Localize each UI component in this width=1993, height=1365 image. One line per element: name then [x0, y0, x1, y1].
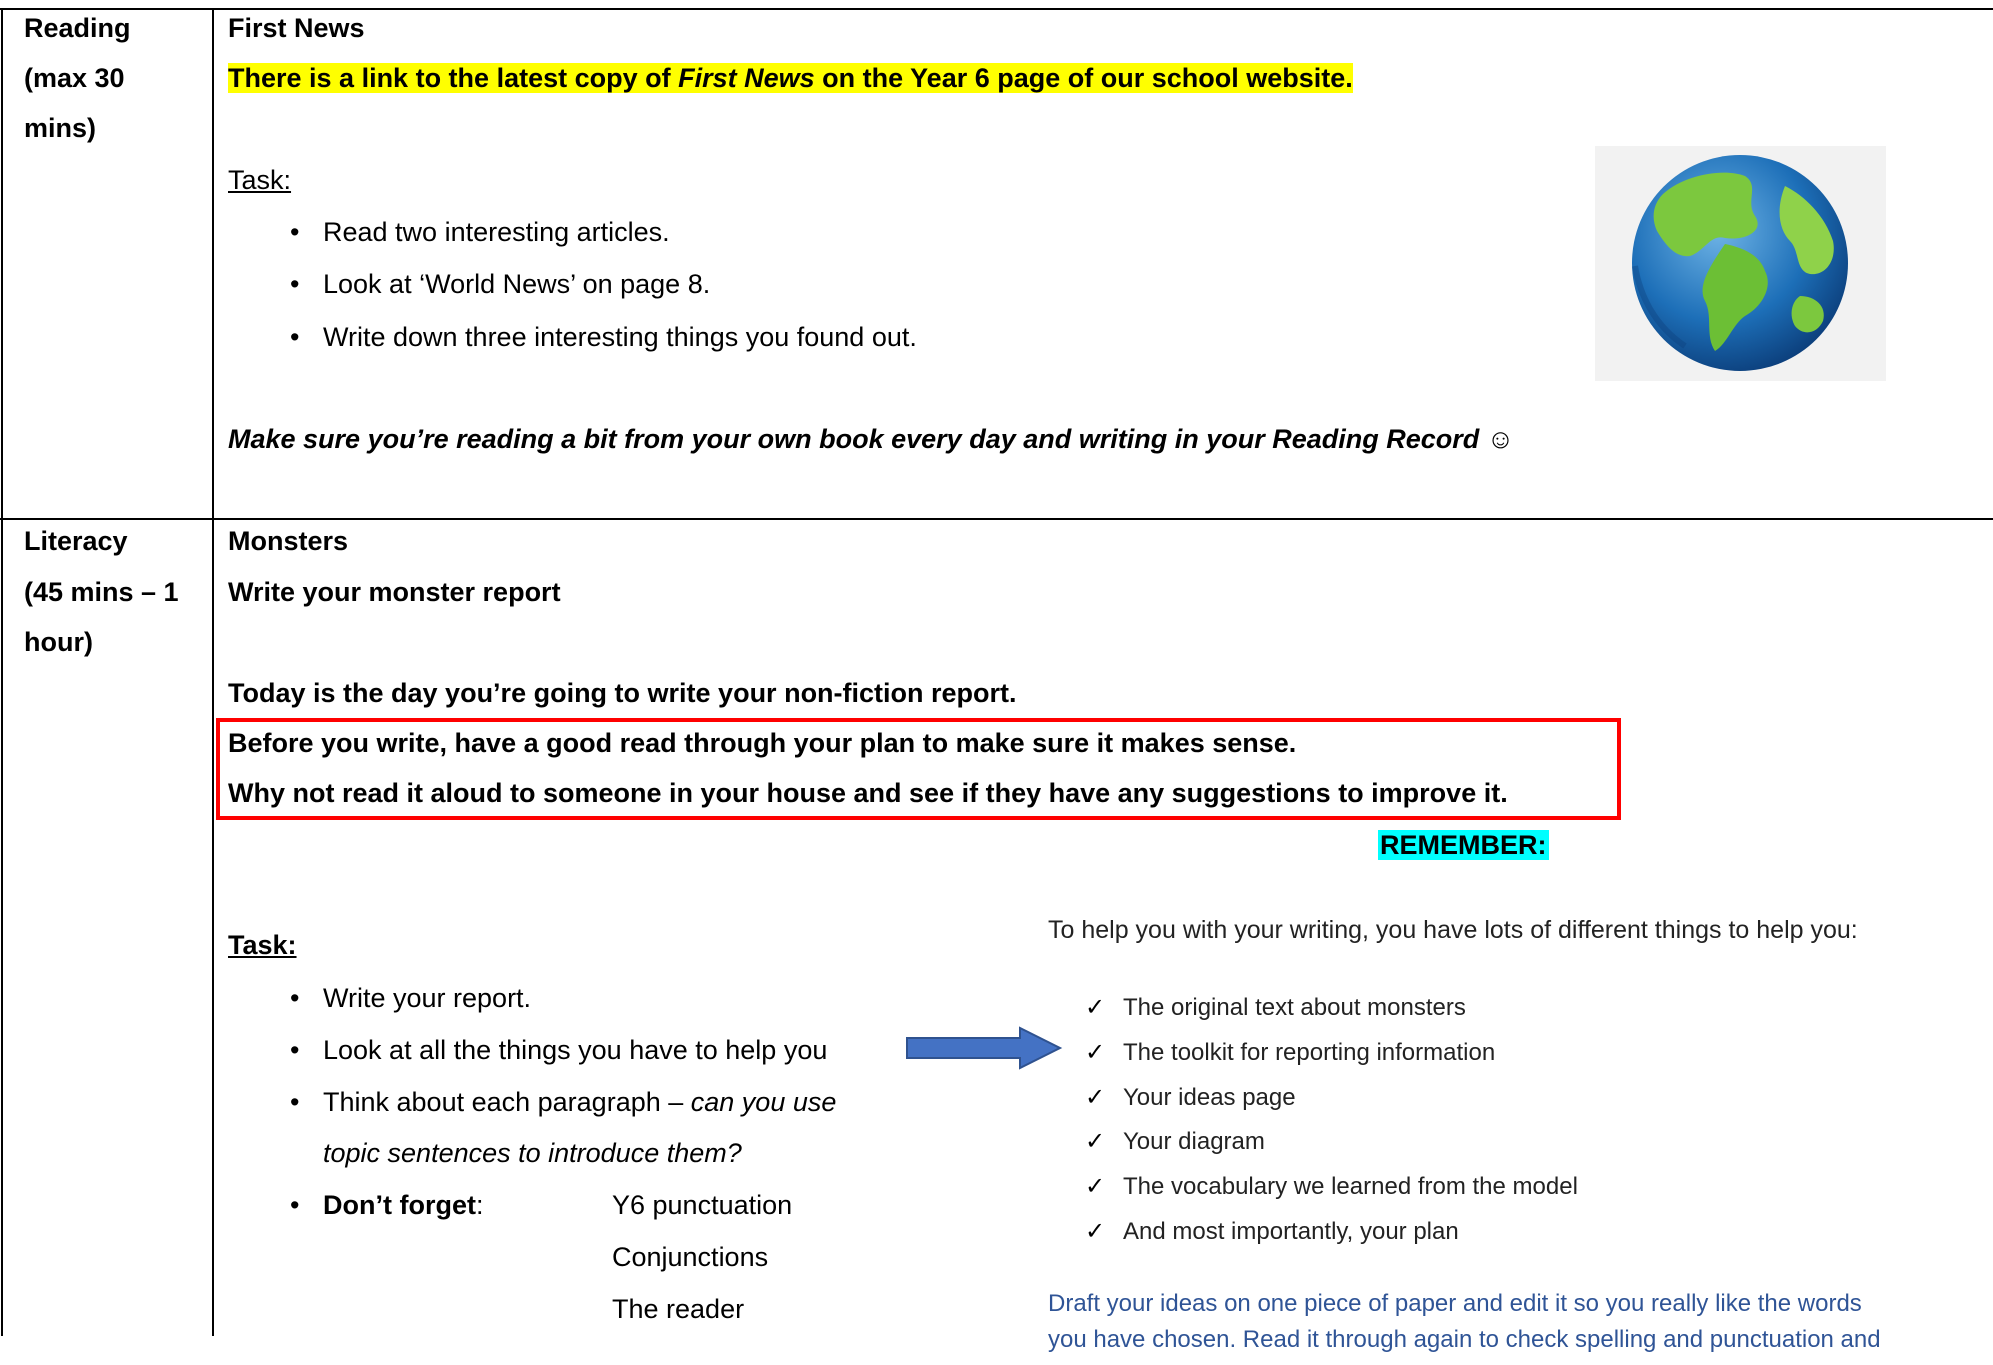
forget-item-1: Y6 punctuation [612, 1190, 793, 1220]
reading-title: First News [228, 13, 365, 43]
reading-label-line2: (max 30 [24, 63, 125, 93]
literacy-label-line2: (45 mins – 1 [24, 577, 179, 607]
bullet: • [290, 322, 300, 352]
literacy-label-line1: Literacy [24, 526, 128, 556]
reading-task-label: Task: [228, 165, 292, 195]
remember-highlight: REMEMBER: [1378, 830, 1549, 860]
boxed-line-2: Why not read it aloud to someone in your… [228, 778, 1508, 808]
task-3-text: Think about each paragraph – [323, 1087, 691, 1117]
literacy-task-3-line2: topic sentences to introduce them? [323, 1138, 742, 1168]
first-news-link-notice: There is a link to the latest copy of Fi… [228, 53, 1353, 104]
bullet: • [290, 1087, 300, 1117]
check-mark: ✓ [1085, 1128, 1106, 1155]
literacy-label-line3: hour) [24, 627, 93, 657]
remember-label: REMEMBER: [1378, 820, 1549, 871]
reading-label-line1: Reading [24, 13, 131, 43]
reading-record-reminder: Make sure you’re reading a bit from your… [228, 424, 1515, 454]
literacy-intro: Today is the day you’re going to write y… [228, 678, 1017, 708]
help-item-6: And most importantly, your plan [1123, 1218, 1459, 1245]
reading-label-line3: mins) [24, 113, 97, 143]
link-notice-pre: There is a link to the latest copy of [228, 63, 679, 93]
right-arrow-icon [906, 1026, 1063, 1070]
table-left-border [1, 8, 3, 1336]
bullet: • [290, 1190, 300, 1220]
literacy-task-1: Write your report. [323, 983, 532, 1013]
check-mark: ✓ [1085, 1218, 1106, 1245]
reading-task-3: Write down three interesting things you … [323, 322, 917, 352]
column-divider [212, 8, 214, 1336]
help-item-4: Your diagram [1123, 1128, 1265, 1155]
help-intro: To help you with your writing, you have … [1048, 916, 1858, 944]
boxed-line-1: Before you write, have a good read throu… [228, 728, 1297, 758]
reading-task-1: Read two interesting articles. [323, 217, 670, 247]
check-mark: ✓ [1085, 994, 1106, 1021]
help-item-5: The vocabulary we learned from the model [1123, 1173, 1578, 1200]
globe-icon [1632, 155, 1848, 371]
literacy-task-3: Think about each paragraph – can you use [323, 1077, 836, 1128]
dont-forget-colon: : [475, 1190, 484, 1220]
bullet: • [290, 1035, 300, 1065]
literacy-task-label: Task: [228, 930, 297, 960]
task-3-italic: can you use [690, 1087, 837, 1117]
forget-item-3: The reader [612, 1294, 745, 1324]
literacy-subtitle: Write your monster report [228, 577, 561, 607]
help-item-1: The original text about monsters [1123, 994, 1466, 1021]
bullet: • [290, 217, 300, 247]
check-mark: ✓ [1085, 1173, 1106, 1200]
literacy-task-2: Look at all the things you have to help … [323, 1035, 828, 1065]
draft-line-2: you have chosen. Read it through again t… [1048, 1326, 1881, 1353]
forget-item-2: Conjunctions [612, 1242, 769, 1272]
link-notice-publication: First News [678, 63, 815, 93]
help-item-2: The toolkit for reporting information [1123, 1039, 1496, 1066]
bullet: • [290, 983, 300, 1013]
globe-image [1595, 146, 1886, 381]
bullet: • [290, 269, 300, 299]
dont-forget-label: Don’t forget [323, 1190, 476, 1220]
check-mark: ✓ [1085, 1039, 1106, 1066]
literacy-title: Monsters [228, 526, 349, 556]
link-notice-post: on the Year 6 page of our school website… [814, 63, 1353, 93]
reading-task-2: Look at ‘World News’ on page 8. [323, 269, 711, 299]
dont-forget-line: Don’t forget: [323, 1180, 484, 1231]
